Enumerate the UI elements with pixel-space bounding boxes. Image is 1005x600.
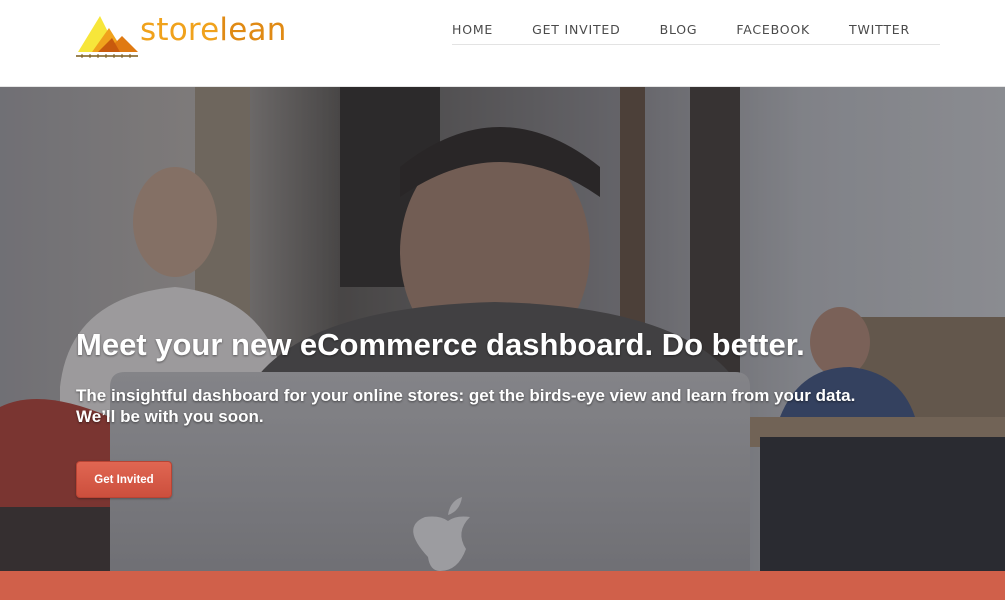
hero-section: Meet your new eCommerce dashboard. Do be… — [0, 87, 1005, 571]
site-header: storelean HOME GET INVITED BLOG FACEBOOK… — [0, 0, 1005, 87]
nav-twitter[interactable]: TWITTER — [849, 14, 910, 44]
brand-logo[interactable]: storelean — [76, 12, 287, 60]
nav-get-invited[interactable]: GET INVITED — [532, 14, 620, 44]
hero-subtitle-line-1: The insightful dashboard for your online… — [76, 386, 856, 405]
hero-title: Meet your new eCommerce dashboard. Do be… — [76, 327, 805, 362]
hero-subtitle: The insightful dashboard for your online… — [76, 385, 936, 427]
main-nav: HOME GET INVITED BLOG FACEBOOK TWITTER — [452, 14, 940, 45]
nav-blog[interactable]: BLOG — [660, 14, 698, 44]
get-invited-button[interactable]: Get Invited — [76, 461, 172, 498]
mountains-logo-icon — [76, 12, 138, 60]
brand-name-part1: store — [140, 11, 220, 48]
nav-home[interactable]: HOME — [452, 14, 493, 44]
brand-name: storelean — [140, 11, 287, 48]
hero-subtitle-line-2: We’ll be with you soon. — [76, 407, 264, 426]
nav-facebook[interactable]: FACEBOOK — [736, 14, 810, 44]
brand-name-part2: lean — [219, 11, 287, 48]
accent-band — [0, 571, 1005, 600]
